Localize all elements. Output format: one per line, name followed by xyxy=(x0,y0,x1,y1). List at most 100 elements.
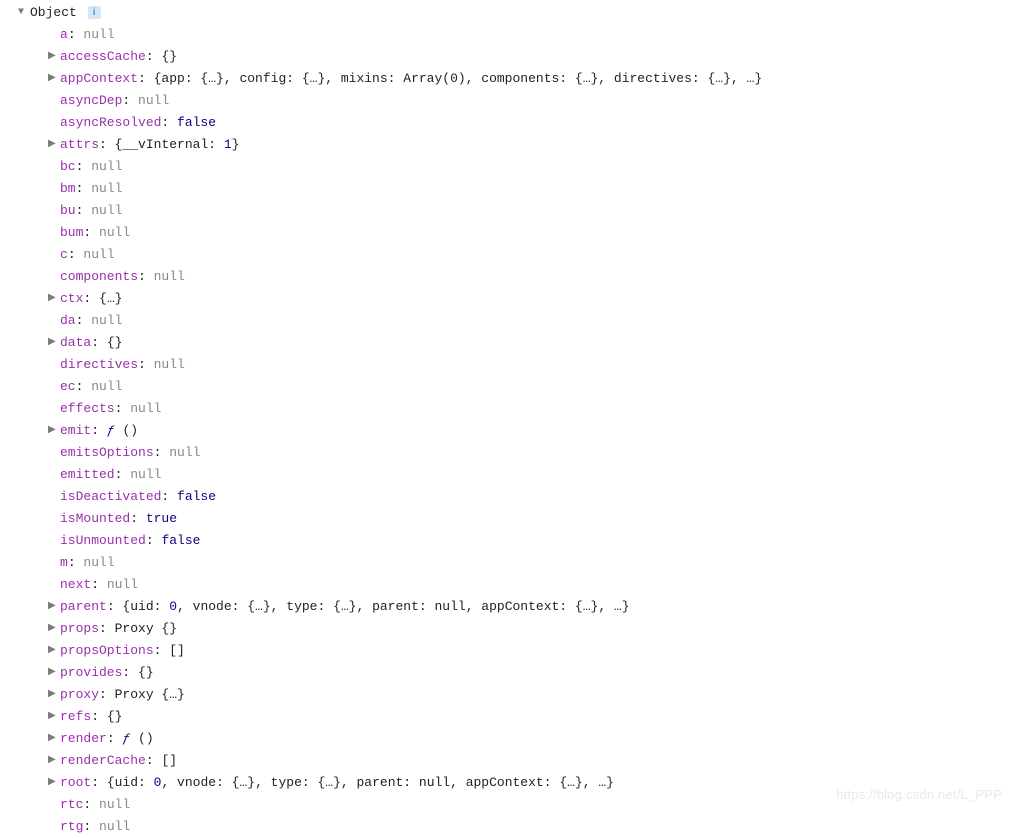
tree-property-row[interactable]: ▶appContext: {app: {…}, config: {…}, mix… xyxy=(30,68,1016,90)
property-value: null xyxy=(99,225,130,240)
expand-arrow-icon[interactable]: ▼ xyxy=(18,2,28,24)
property-key: bu xyxy=(60,203,76,218)
property-key: appContext xyxy=(60,71,138,86)
property-separator: : xyxy=(107,599,123,614)
property-key: next xyxy=(60,577,91,592)
tree-property-row[interactable]: ▶attrs: {__vInternal: 1} xyxy=(30,134,1016,156)
property-key: m xyxy=(60,555,68,570)
property-separator: : xyxy=(68,27,84,42)
tree-property-row: ec: null xyxy=(30,376,1016,398)
property-separator: : xyxy=(138,71,154,86)
tree-property-row[interactable]: ▶refs: {} xyxy=(30,706,1016,728)
tree-property-row[interactable]: ▶parent: {uid: 0, vnode: {…}, type: {…},… xyxy=(30,596,1016,618)
expand-arrow-icon[interactable]: ▶ xyxy=(48,134,58,156)
tree-property-row[interactable]: ▶ctx: {…} xyxy=(30,288,1016,310)
tree-property-row[interactable]: ▶accessCache: {} xyxy=(30,46,1016,68)
tree-root-row[interactable]: ▼ Object i xyxy=(30,2,1016,24)
expand-arrow-icon[interactable]: ▶ xyxy=(48,750,58,772)
property-value: {…} xyxy=(99,291,122,306)
property-key: rtc xyxy=(60,797,83,812)
root-object-label: Object xyxy=(30,5,77,20)
property-separator: : xyxy=(146,49,162,64)
tree-property-row: directives: null xyxy=(30,354,1016,376)
property-separator: : xyxy=(83,291,99,306)
property-separator: : xyxy=(91,775,107,790)
property-key: directives xyxy=(60,357,138,372)
info-icon[interactable]: i xyxy=(88,6,101,19)
property-key: parent xyxy=(60,599,107,614)
property-value: null xyxy=(99,819,130,834)
property-value: [] xyxy=(161,753,177,768)
property-value: Proxy {} xyxy=(115,621,177,636)
tree-property-row[interactable]: ▶provides: {} xyxy=(30,662,1016,684)
property-separator: : xyxy=(122,665,138,680)
property-value: false xyxy=(177,489,216,504)
expand-arrow-icon[interactable]: ▶ xyxy=(48,420,58,442)
tree-property-row: components: null xyxy=(30,266,1016,288)
property-value: {} xyxy=(107,709,123,724)
property-value: {} xyxy=(107,335,123,350)
property-value: 0 xyxy=(169,599,177,614)
property-value: false xyxy=(161,533,200,548)
expand-arrow-icon[interactable]: ▶ xyxy=(48,728,58,750)
expand-arrow-icon[interactable]: ▶ xyxy=(48,46,58,68)
expand-arrow-icon[interactable]: ▶ xyxy=(48,68,58,90)
tree-property-row[interactable]: ▶renderCache: [] xyxy=(30,750,1016,772)
tree-property-row[interactable]: ▶emit: ƒ () xyxy=(30,420,1016,442)
property-value: () xyxy=(122,423,138,438)
property-value: {} xyxy=(138,665,154,680)
tree-property-row[interactable]: ▶render: ƒ () xyxy=(30,728,1016,750)
property-key: proxy xyxy=(60,687,99,702)
property-key: bm xyxy=(60,181,76,196)
property-value: false xyxy=(177,115,216,130)
tree-property-row: rtg: null xyxy=(30,816,1016,838)
property-key: emitted xyxy=(60,467,115,482)
expand-arrow-icon[interactable]: ▶ xyxy=(48,662,58,684)
property-value: true xyxy=(146,511,177,526)
property-separator: : xyxy=(107,731,123,746)
tree-property-row: asyncResolved: false xyxy=(30,112,1016,134)
tree-property-row[interactable]: ▶data: {} xyxy=(30,332,1016,354)
property-value: {} xyxy=(161,49,177,64)
property-value: null xyxy=(91,159,122,174)
property-value: null xyxy=(91,379,122,394)
tree-property-row[interactable]: ▶propsOptions: [] xyxy=(30,640,1016,662)
property-separator: : xyxy=(76,313,92,328)
property-key: isUnmounted xyxy=(60,533,146,548)
property-separator: : xyxy=(99,687,115,702)
property-key: props xyxy=(60,621,99,636)
property-separator: : xyxy=(161,489,177,504)
property-value: null xyxy=(83,27,114,42)
tree-property-row: isMounted: true xyxy=(30,508,1016,530)
tree-property-row: da: null xyxy=(30,310,1016,332)
expand-arrow-icon[interactable]: ▶ xyxy=(48,772,58,794)
property-separator: : xyxy=(91,709,107,724)
property-separator: : xyxy=(76,203,92,218)
property-value: {uid: xyxy=(107,775,154,790)
property-key: emit xyxy=(60,423,91,438)
property-value: {__vInternal: xyxy=(115,137,224,152)
property-key: emitsOptions xyxy=(60,445,154,460)
expand-arrow-icon[interactable]: ▶ xyxy=(48,684,58,706)
tree-property-row[interactable]: ▶props: Proxy {} xyxy=(30,618,1016,640)
tree-property-row[interactable]: ▶proxy: Proxy {…} xyxy=(30,684,1016,706)
expand-arrow-icon[interactable]: ▶ xyxy=(48,706,58,728)
property-value: ƒ xyxy=(122,731,138,746)
tree-property-row: bum: null xyxy=(30,222,1016,244)
property-separator: : xyxy=(83,225,99,240)
property-value: null xyxy=(130,467,161,482)
property-value: null xyxy=(91,313,122,328)
tree-property-row: bm: null xyxy=(30,178,1016,200)
expand-arrow-icon[interactable]: ▶ xyxy=(48,618,58,640)
expand-arrow-icon[interactable]: ▶ xyxy=(48,332,58,354)
property-separator: : xyxy=(91,423,107,438)
property-key: bum xyxy=(60,225,83,240)
property-key: c xyxy=(60,247,68,262)
tree-property-row: a: null xyxy=(30,24,1016,46)
expand-arrow-icon[interactable]: ▶ xyxy=(48,596,58,618)
expand-arrow-icon[interactable]: ▶ xyxy=(48,288,58,310)
property-value: null xyxy=(169,445,200,460)
expand-arrow-icon[interactable]: ▶ xyxy=(48,640,58,662)
property-key: renderCache xyxy=(60,753,146,768)
property-key: root xyxy=(60,775,91,790)
